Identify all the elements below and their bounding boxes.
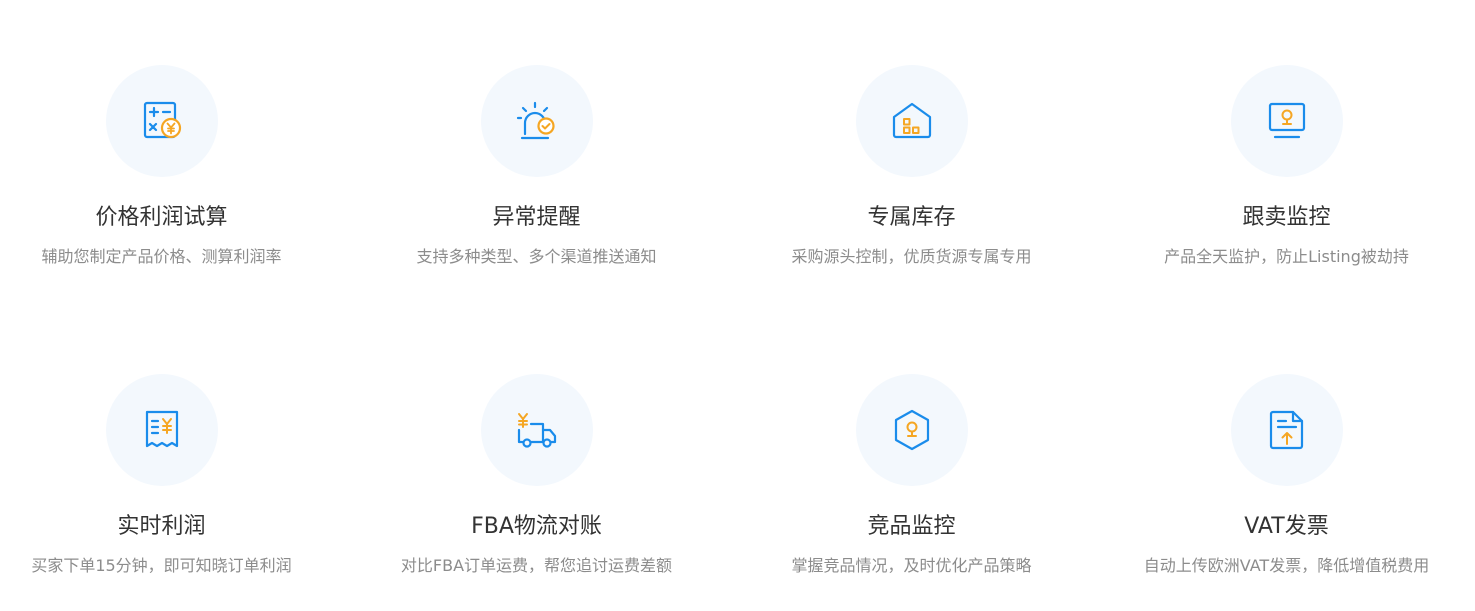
- feature-card-follow-sell-monitor[interactable]: 跟卖监控 产品全天监护，防止Listing被劫持: [1099, 65, 1474, 268]
- feature-title: 跟卖监控: [1242, 205, 1331, 230]
- feature-icon-circle: [105, 374, 218, 486]
- feature-icon-circle: [1230, 374, 1343, 486]
- feature-icon-circle: [105, 65, 218, 177]
- feature-title: FBA物流对账: [471, 514, 602, 539]
- feature-icon-circle: [480, 65, 593, 177]
- feature-card-competitor-monitor[interactable]: 竞品监控 掌握竞品情况，及时优化产品策略: [724, 374, 1099, 577]
- feature-icon-circle: [480, 374, 593, 486]
- feature-title: 价格利润试算: [95, 205, 228, 230]
- features-grid: 价格利润试算 辅助您制定产品价格、测算利润率 异常提醒 支持多种类型、多个渠道推…: [0, 0, 1475, 611]
- feature-description: 支持多种类型、多个渠道推送通知: [416, 247, 657, 266]
- feature-description: 对比FBA订单运费，帮您追讨运费差额: [400, 556, 673, 575]
- feature-icon-circle: [855, 374, 968, 486]
- feature-card-price-profit-calc[interactable]: 价格利润试算 辅助您制定产品价格、测算利润率: [0, 65, 349, 268]
- feature-description: 采购源头控制，优质货源专属专用: [791, 247, 1032, 266]
- warehouse-icon: [892, 102, 931, 139]
- feature-description: 掌握竞品情况，及时优化产品策略: [791, 556, 1032, 575]
- feature-card-vat-invoice[interactable]: VAT发票 自动上传欧洲VAT发票，降低增值税费用: [1099, 374, 1474, 577]
- feature-description: 产品全天监护，防止Listing被劫持: [1164, 247, 1409, 266]
- hexagon-camera-icon: [894, 409, 929, 451]
- feature-card-exclusive-inventory[interactable]: 专属库存 采购源头控制，优质货源专属专用: [724, 65, 1099, 268]
- feature-description: 买家下单15分钟，即可知晓订单利润: [31, 556, 292, 575]
- receipt-yuan-icon: [145, 410, 178, 448]
- feature-card-abnormal-alert[interactable]: 异常提醒 支持多种类型、多个渠道推送通知: [349, 65, 724, 268]
- alarm-light-icon: [516, 101, 555, 140]
- document-upload-icon: [1269, 410, 1303, 450]
- feature-title: 竞品监控: [867, 514, 956, 539]
- feature-icon-circle: [855, 65, 968, 177]
- feature-icon-circle: [1230, 65, 1343, 177]
- calculator-yuan-icon: [143, 101, 181, 139]
- truck-yuan-icon: [517, 413, 556, 448]
- feature-title: VAT发票: [1244, 514, 1329, 539]
- feature-description: 辅助您制定产品价格、测算利润率: [41, 247, 282, 266]
- feature-card-realtime-profit[interactable]: 实时利润 买家下单15分钟，即可知晓订单利润: [0, 374, 349, 577]
- feature-description: 自动上传欧洲VAT发票，降低增值税费用: [1143, 556, 1430, 575]
- feature-title: 异常提醒: [492, 205, 581, 230]
- feature-title: 专属库存: [867, 205, 956, 230]
- monitor-camera-icon: [1268, 102, 1305, 139]
- feature-title: 实时利润: [117, 514, 206, 539]
- feature-card-fba-logistics-reconcile[interactable]: FBA物流对账 对比FBA订单运费，帮您追讨运费差额: [349, 374, 724, 577]
